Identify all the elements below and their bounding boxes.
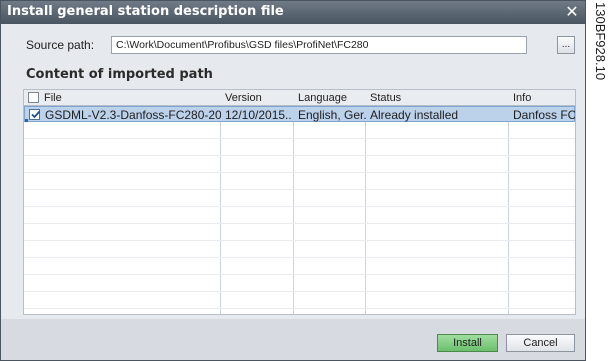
cancel-button[interactable]: Cancel xyxy=(506,334,575,352)
table-row[interactable]: GSDML-V2.3-Danfoss-FC280-201 12/10/2015.… xyxy=(24,106,575,122)
source-path-label: Source path: xyxy=(26,38,95,52)
column-header-status[interactable]: Status xyxy=(370,92,401,104)
table-row xyxy=(24,140,575,156)
column-header-version[interactable]: Version xyxy=(225,92,262,104)
checkmark-icon xyxy=(31,110,41,119)
table-row xyxy=(24,276,575,292)
cell-status: Already installed xyxy=(370,108,459,122)
column-header-language[interactable]: Language xyxy=(298,92,347,104)
title-bar[interactable]: Install general station description file… xyxy=(1,1,585,24)
content-section-title: Content of imported path xyxy=(26,67,213,82)
cell-version: 12/10/2015.. xyxy=(225,108,292,122)
cell-file: GSDML-V2.3-Danfoss-FC280-201 xyxy=(45,108,221,122)
table-row xyxy=(24,242,575,258)
dialog-title: Install general station description file xyxy=(7,4,284,19)
install-button[interactable]: Install xyxy=(437,334,498,352)
table-row xyxy=(24,208,575,224)
select-all-checkbox[interactable] xyxy=(28,92,39,103)
table-row xyxy=(24,123,575,139)
row-selection-marker xyxy=(25,119,28,122)
column-header-file[interactable]: File xyxy=(44,92,62,104)
table-header: File Version Language Status Info xyxy=(24,90,575,106)
cell-info: Danfoss FC .. xyxy=(513,108,576,122)
table-row xyxy=(24,293,575,309)
column-header-info[interactable]: Info xyxy=(513,92,531,104)
table-row xyxy=(24,174,575,190)
browse-button[interactable]: ... xyxy=(557,36,575,54)
table-row xyxy=(24,157,575,173)
dialog-footer: Install Cancel xyxy=(1,319,585,360)
table-row xyxy=(24,191,575,207)
row-checkbox[interactable] xyxy=(29,109,41,120)
files-table: File Version Language Status Info GSDML-… xyxy=(23,89,576,315)
close-icon[interactable]: ✕ xyxy=(563,3,581,21)
install-gsd-dialog: Install general station description file… xyxy=(0,0,586,361)
figure-reference-label: 130BF928.10 xyxy=(590,0,609,100)
figure-reference-text: 130BF928.10 xyxy=(593,2,608,81)
table-row xyxy=(24,259,575,275)
table-row xyxy=(24,225,575,241)
cell-language: English, Ger... xyxy=(298,108,367,122)
source-path-field[interactable] xyxy=(111,36,527,54)
